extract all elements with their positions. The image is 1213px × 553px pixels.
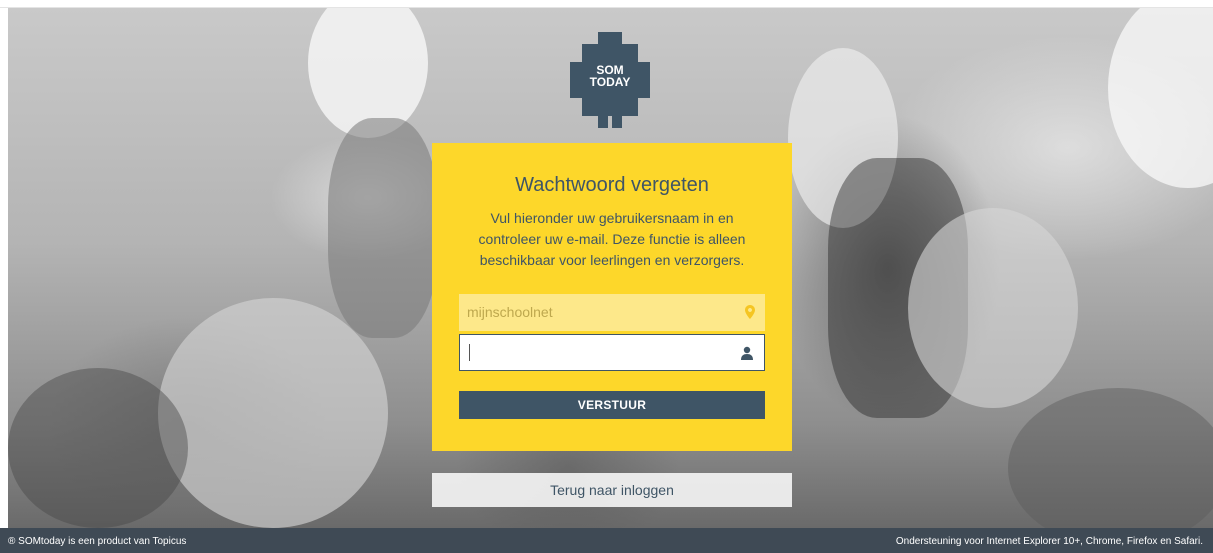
user-icon [741,346,753,360]
arm-shape-right [908,208,1078,408]
school-field[interactable]: mijnschoolnet [459,294,765,331]
raised-hand-shape [158,298,388,528]
shadow-shape [8,368,188,528]
sleeve-shape [328,118,438,338]
footer: ® SOMtoday is een product van Topicus On… [0,528,1213,553]
page-title: Wachtwoord vergeten [515,174,709,196]
window-light-shape [1108,8,1213,188]
top-border [0,0,1213,8]
submit-button[interactable]: VERSTUUR [459,391,765,419]
map-marker-icon [745,305,755,319]
username-input[interactable] [466,341,726,363]
logo-text: SOM TODAY [570,64,650,88]
somtoday-logo: SOM TODAY [570,32,650,128]
forgot-password-card: Wachtwoord vergeten Vul hieronder uw geb… [432,143,792,451]
logo-line-2: TODAY [589,75,631,89]
username-field[interactable] [459,334,765,371]
back-to-login-link[interactable]: Terug naar inloggen [432,473,792,507]
page: SOM TODAY Wachtwoord vergeten Vul hieron… [0,0,1213,553]
school-field-value: mijnschoolnet [467,304,553,320]
instruction-text: Vul hieronder uw gebruikersnaam in en co… [478,210,746,268]
footer-copyright: ® SOMtoday is een product van Topicus [8,536,187,547]
footer-browser-support: Ondersteuning voor Internet Explorer 10+… [895,536,1203,547]
shadow-shape-right [1008,388,1213,528]
text-cursor [469,344,470,361]
